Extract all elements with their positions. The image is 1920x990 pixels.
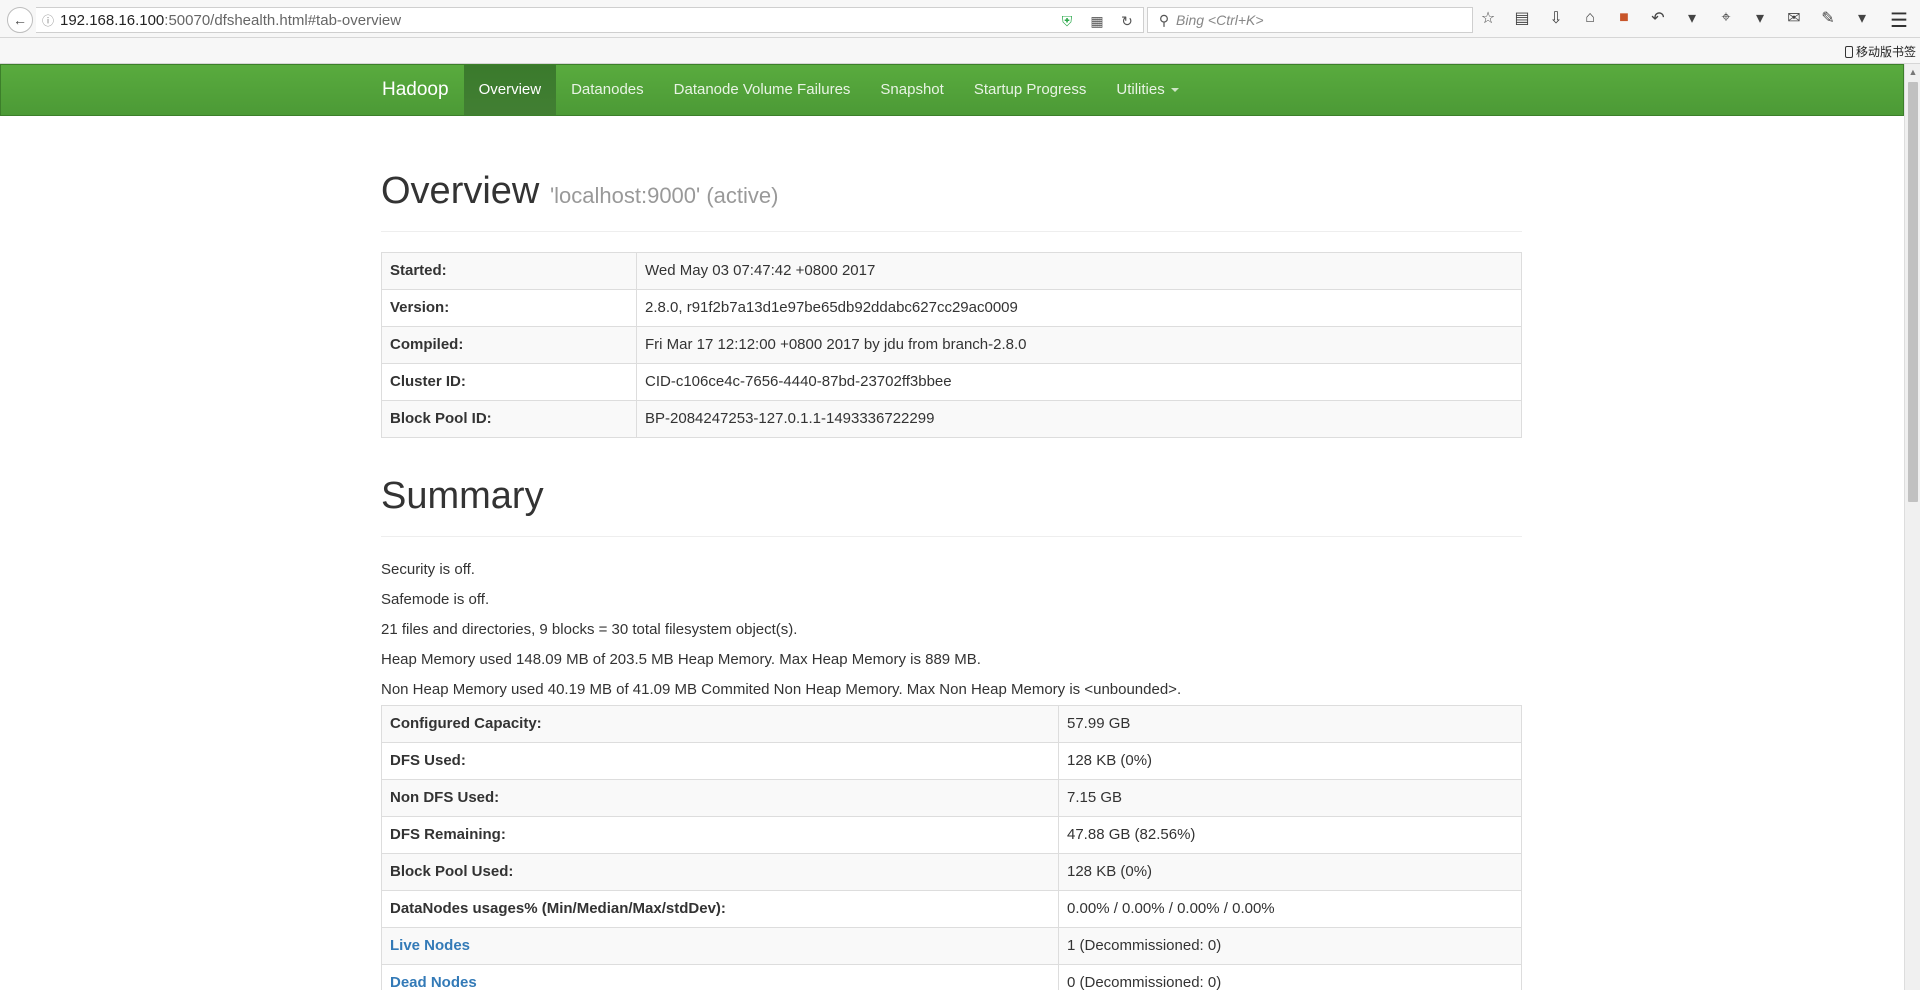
table-row: Started: Wed May 03 07:47:42 +0800 2017	[381, 251, 1522, 290]
summary-header: Summary	[381, 474, 1522, 537]
table-row: DataNodes usages% (Min/Median/Max/stdDev…	[381, 889, 1522, 928]
overview-title: Overview	[381, 170, 540, 212]
row-value: Fri Mar 17 12:12:00 +0800 2017 by jdu fr…	[636, 325, 1522, 364]
back-button[interactable]: ←	[7, 7, 33, 33]
row-key: DFS Used:	[381, 741, 1059, 780]
url-bar[interactable]: ⓘ 192.168.16.100:50070/dfshealth.html#ta…	[36, 7, 1144, 33]
heap-memory: Heap Memory used 148.09 MB of 203.5 MB H…	[381, 650, 981, 668]
phone-icon	[1844, 45, 1853, 58]
scroll-up-arrow-icon[interactable]: ▲	[1905, 64, 1920, 80]
hamburger-menu-icon[interactable]: ☰	[1890, 8, 1908, 33]
row-key: Dead Nodes	[381, 963, 1059, 990]
tab-datanode-volume-failures[interactable]: Datanode Volume Failures	[659, 65, 866, 115]
crop-icon[interactable]: ⌖	[1716, 8, 1736, 28]
row-key: Live Nodes	[381, 926, 1059, 965]
bookmark-star-icon[interactable]: ☆	[1478, 8, 1498, 28]
table-row: Compiled: Fri Mar 17 12:12:00 +0800 2017 …	[381, 325, 1522, 364]
row-key: DataNodes usages% (Min/Median/Max/stdDev…	[381, 889, 1059, 928]
download-icon[interactable]: ⇩	[1546, 8, 1566, 28]
filesystem-objects: 21 files and directories, 9 blocks = 30 …	[381, 620, 798, 638]
reload-icon[interactable]: ↻	[1117, 11, 1137, 31]
chevron-down-icon[interactable]: ▾	[1750, 8, 1770, 28]
row-key: Version:	[381, 288, 637, 327]
caret-down-icon	[1170, 88, 1179, 93]
url-host: 192.168.16.100	[60, 11, 165, 29]
extension-icon[interactable]: ■	[1614, 8, 1634, 28]
table-row: DFS Remaining: 47.88 GB (82.56%)	[381, 815, 1522, 854]
qr-code-icon[interactable]: ▦	[1087, 11, 1107, 31]
row-key: DFS Remaining:	[381, 815, 1059, 854]
row-value: BP-2084247253-127.0.1.1-1493336722299	[636, 399, 1522, 438]
main-content: Overview 'localhost:9000' (active) Start…	[381, 116, 1522, 990]
summary-table: Configured Capacity: 57.99 GB DFS Used: 12…	[381, 704, 1522, 990]
reading-list-icon[interactable]: ▤	[1512, 8, 1532, 28]
summary-title: Summary	[381, 474, 544, 517]
table-row: Live Nodes 1 (Decommissioned: 0)	[381, 926, 1522, 965]
security-status: Security is off.	[381, 560, 475, 578]
tab-overview[interactable]: Overview	[463, 65, 557, 115]
overview-header: Overview 'localhost:9000' (active)	[381, 170, 1522, 232]
table-row: Block Pool ID: BP-2084247253-127.0.1.1-14…	[381, 399, 1522, 438]
table-row: Configured Capacity: 57.99 GB	[381, 704, 1522, 743]
overview-table: Started: Wed May 03 07:47:42 +0800 2017 V…	[381, 251, 1522, 438]
vertical-scrollbar[interactable]: ▲	[1904, 64, 1920, 990]
bookmarks-bar: 移动版书签	[0, 38, 1920, 64]
row-value: Wed May 03 07:47:42 +0800 2017	[636, 251, 1522, 290]
search-icon: ⚲	[1158, 11, 1170, 28]
search-input[interactable]: ⚲ Bing <Ctrl+K>	[1147, 7, 1473, 33]
pen-icon[interactable]: ✎	[1818, 8, 1838, 28]
summary-lines: Security is off. Safemode is off. 21 fil…	[381, 559, 1522, 709]
table-row: Version: 2.8.0, r91f2b7a13d1e97be65db92dd…	[381, 288, 1522, 327]
row-value: 128 KB (0%)	[1058, 852, 1522, 891]
row-key: Block Pool Used:	[381, 852, 1059, 891]
hadoop-navbar: Hadoop Overview Datanodes Datanode Volum…	[0, 64, 1904, 116]
home-icon[interactable]: ⌂	[1580, 8, 1600, 28]
row-value: 2.8.0, r91f2b7a13d1e97be65db92ddabc627cc…	[636, 288, 1522, 327]
tab-utilities[interactable]: Utilities	[1101, 65, 1193, 115]
page-viewport: Hadoop Overview Datanodes Datanode Volum…	[0, 64, 1904, 990]
row-value: 57.99 GB	[1058, 704, 1522, 743]
row-value: 47.88 GB (82.56%)	[1058, 815, 1522, 854]
back-arrow-icon: ←	[13, 12, 27, 28]
row-value: 1 (Decommissioned: 0)	[1058, 926, 1522, 965]
table-row: Cluster ID: CID-c106ce4c-7656-4440-87bd-2…	[381, 362, 1522, 401]
row-value: 0.00% / 0.00% / 0.00% / 0.00%	[1058, 889, 1522, 928]
chevron-down-icon[interactable]: ▾	[1682, 8, 1702, 28]
tab-snapshot[interactable]: Snapshot	[865, 65, 958, 115]
chat-icon[interactable]: ✉	[1784, 8, 1804, 28]
row-key: Non DFS Used:	[381, 778, 1059, 817]
overview-subtitle: 'localhost:9000' (active)	[549, 183, 779, 208]
row-key: Started:	[381, 251, 637, 290]
row-key: Cluster ID:	[381, 362, 637, 401]
tab-startup-progress[interactable]: Startup Progress	[959, 65, 1102, 115]
url-path: :50070/dfshealth.html#tab-overview	[164, 11, 402, 29]
info-icon[interactable]: ⓘ	[36, 12, 60, 29]
row-value: CID-c106ce4c-7656-4440-87bd-23702ff3bbee	[636, 362, 1522, 401]
chevron-down-icon[interactable]: ▾	[1852, 8, 1872, 28]
table-row: Non DFS Used: 7.15 GB	[381, 778, 1522, 817]
table-row: DFS Used: 128 KB (0%)	[381, 741, 1522, 780]
table-row: Dead Nodes 0 (Decommissioned: 0)	[381, 963, 1522, 990]
tab-datanodes[interactable]: Datanodes	[556, 65, 659, 115]
live-nodes-link[interactable]: Live Nodes	[390, 937, 470, 954]
utilities-label: Utilities	[1116, 81, 1165, 98]
search-placeholder: Bing <Ctrl+K>	[1176, 12, 1264, 28]
dead-nodes-link[interactable]: Dead Nodes	[390, 974, 477, 990]
mobile-bookmarks-label: 移动版书签	[1855, 45, 1916, 59]
mobile-bookmarks-button[interactable]: 移动版书签	[1844, 43, 1916, 60]
row-value: 7.15 GB	[1058, 778, 1522, 817]
brand-logo[interactable]: Hadoop	[367, 65, 464, 115]
page-title: Overview 'localhost:9000' (active)	[381, 170, 1522, 213]
undo-icon[interactable]: ↶	[1648, 8, 1668, 28]
shield-icon[interactable]: ⛨	[1057, 11, 1077, 31]
row-value: 128 KB (0%)	[1058, 741, 1522, 780]
browser-toolbar: ← ⓘ 192.168.16.100:50070/dfshealth.html#…	[0, 0, 1920, 38]
table-row: Block Pool Used: 128 KB (0%)	[381, 852, 1522, 891]
row-value: 0 (Decommissioned: 0)	[1058, 963, 1522, 990]
row-key: Block Pool ID:	[381, 399, 637, 438]
safemode-status: Safemode is off.	[381, 590, 490, 608]
row-key: Configured Capacity:	[381, 704, 1059, 743]
scrollbar-thumb[interactable]	[1908, 82, 1918, 502]
row-key: Compiled:	[381, 325, 637, 364]
